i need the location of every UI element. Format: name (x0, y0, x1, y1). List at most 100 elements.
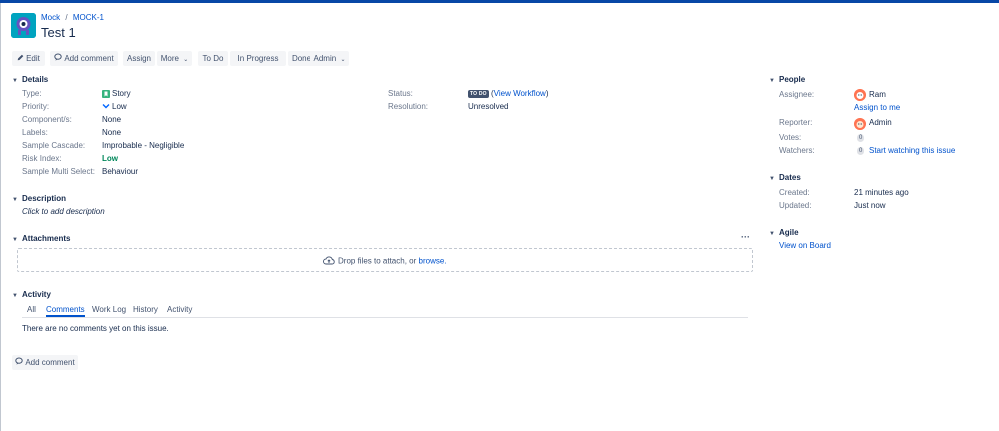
tab-activity[interactable]: Activity (167, 305, 192, 314)
more-button[interactable]: More ⌄ (157, 51, 192, 66)
project-avatar-icon[interactable] (11, 13, 36, 38)
assign-button[interactable]: Assign (123, 51, 155, 66)
chevron-down-icon: ▼ (769, 78, 775, 84)
priority-text: Low (112, 102, 127, 111)
chevron-down-icon: ▼ (769, 176, 775, 182)
breadcrumb: Mock / MOCK-1 (41, 13, 104, 22)
chevron-down-icon: ▼ (12, 78, 18, 84)
type-value: Story (102, 89, 131, 98)
resolution-label: Resolution: (388, 102, 429, 111)
story-icon (102, 89, 110, 98)
description-placeholder[interactable]: Click to add description (22, 207, 105, 216)
status-paren-close: ) (545, 89, 549, 98)
assign-to-me-link[interactable]: Assign to me (854, 103, 900, 112)
cloud-upload-icon (323, 256, 335, 267)
assignee-label: Assignee: (779, 90, 815, 99)
created-label: Created: (779, 188, 810, 197)
attachments-section-toggle[interactable]: ▼ Attachments (12, 234, 70, 243)
reporter-name[interactable]: Admin (869, 118, 892, 127)
no-comments-message: There are no comments yet on this issue. (22, 324, 169, 333)
updated-label: Updated: (779, 201, 812, 210)
breadcrumb-separator: / (65, 13, 68, 22)
dropzone-message: Drop files to attach, or browse. (323, 256, 447, 267)
breadcrumb-issue-link[interactable]: MOCK-1 (73, 13, 104, 22)
chevron-down-icon: ▼ (12, 197, 18, 203)
details-section-toggle[interactable]: ▼ Details (12, 75, 48, 84)
left-border (0, 3, 1, 431)
votes-count-badge[interactable]: 0 (857, 134, 865, 142)
status-value: TO DO (View Workflow) (468, 89, 549, 98)
details-heading: Details (22, 75, 49, 84)
dates-heading: Dates (779, 173, 801, 182)
comment-icon (54, 51, 62, 66)
sample-multi-select-value[interactable]: Behaviour (102, 167, 138, 176)
activity-heading: Activity (22, 290, 51, 299)
priority-low-icon (102, 102, 110, 111)
sample-multi-select-label: Sample Multi Select: (22, 167, 95, 176)
sample-cascade-label: Sample Cascade: (22, 141, 86, 150)
comment-icon (15, 355, 23, 370)
drop-text: Drop files to attach, or (338, 256, 417, 266)
add-comment-footer-button[interactable]: Add comment (12, 355, 78, 370)
risk-index-label: Risk Index: (22, 154, 62, 163)
add-comment-footer-label: Add comment (25, 358, 75, 367)
priority-label: Priority: (22, 102, 50, 111)
description-heading: Description (22, 194, 67, 203)
add-comment-button-label: Add comment (64, 54, 114, 63)
components-value[interactable]: None (102, 115, 121, 124)
more-button-label: More (160, 54, 179, 63)
assignee-avatar (854, 89, 866, 101)
top-navigation-bar (0, 0, 999, 3)
risk-index-value[interactable]: Low (102, 154, 118, 163)
pencil-icon (17, 51, 24, 66)
components-label: Component/s: (22, 115, 72, 124)
created-value: 21 minutes ago (854, 188, 909, 197)
activity-section-toggle[interactable]: ▼ Activity (12, 290, 51, 299)
in-progress-transition-button[interactable]: In Progress (230, 51, 286, 66)
browse-link[interactable]: browse. (419, 257, 447, 266)
votes-label: Votes: (779, 133, 802, 142)
tab-all[interactable]: All (27, 305, 36, 314)
add-comment-button[interactable]: Add comment (50, 51, 118, 66)
reporter-avatar (854, 118, 866, 130)
watchers-count-badge[interactable]: 0 (857, 147, 865, 155)
description-section-toggle[interactable]: ▼ Description (12, 194, 66, 203)
updated-value: Just now (854, 201, 886, 210)
dates-section-toggle[interactable]: ▼ Dates (769, 173, 801, 182)
view-workflow-link[interactable]: View Workflow (494, 89, 546, 98)
assignee-name[interactable]: Ram (869, 90, 886, 99)
todo-transition-button[interactable]: To Do (198, 51, 228, 66)
priority-value: Low (102, 102, 127, 111)
admin-button[interactable]: Admin ⌄ (310, 51, 349, 66)
tab-comments[interactable]: Comments (46, 305, 85, 317)
chevron-down-icon: ⌄ (340, 57, 346, 63)
attachments-options-icon[interactable]: ··· (741, 232, 750, 242)
view-on-board-link[interactable]: View on Board (779, 241, 831, 250)
tab-history[interactable]: History (133, 305, 158, 314)
edit-button-label: Edit (26, 54, 40, 63)
breadcrumb-project-link[interactable]: Mock (41, 13, 60, 22)
agile-section-toggle[interactable]: ▼ Agile (769, 228, 799, 237)
attachments-heading: Attachments (22, 234, 71, 243)
admin-button-label: Admin (313, 54, 337, 63)
edit-button[interactable]: Edit (12, 51, 45, 66)
sample-cascade-value[interactable]: Improbable - Negligible (102, 141, 184, 150)
type-label: Type: (22, 89, 42, 98)
labels-label: Labels: (22, 128, 48, 137)
reporter-label: Reporter: (779, 118, 813, 127)
chevron-down-icon: ⌄ (183, 57, 189, 63)
tab-work-log[interactable]: Work Log (92, 305, 126, 314)
type-text: Story (112, 89, 131, 98)
start-watching-link[interactable]: Start watching this issue (869, 146, 955, 155)
watchers-label: Watchers: (779, 146, 815, 155)
people-section-toggle[interactable]: ▼ People (769, 75, 805, 84)
chevron-down-icon: ▼ (769, 231, 775, 237)
people-heading: People (779, 75, 806, 84)
resolution-value: Unresolved (468, 102, 509, 111)
chevron-down-icon: ▼ (12, 293, 18, 299)
status-lozenge: TO DO (468, 89, 489, 98)
status-label: Status: (388, 89, 413, 98)
issue-title[interactable]: Test 1 (41, 25, 76, 40)
tabs-divider (22, 317, 748, 318)
labels-value[interactable]: None (102, 128, 121, 137)
